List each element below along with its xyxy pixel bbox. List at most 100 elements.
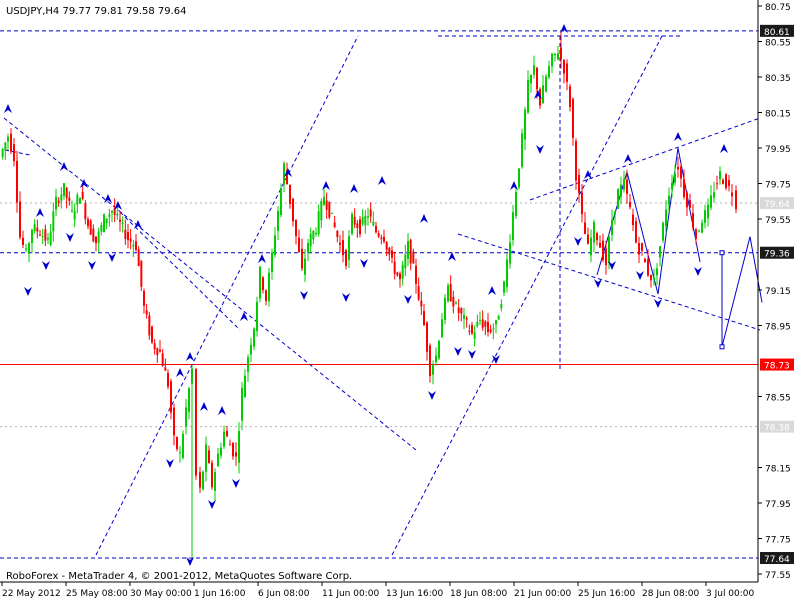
fractal-up-marker	[448, 252, 456, 261]
candle-body	[489, 329, 492, 333]
candle-body	[250, 345, 252, 355]
candle-body	[659, 246, 661, 258]
candle-body	[692, 212, 694, 228]
fractal-up-marker	[560, 24, 568, 33]
candle-body	[441, 319, 443, 338]
candle-body	[581, 192, 583, 215]
fractal-down-marker	[108, 253, 116, 262]
price-label: 79.36	[764, 250, 790, 260]
candle-body	[420, 300, 423, 307]
fractal-down-marker	[360, 259, 368, 268]
candle-body	[435, 355, 437, 363]
candle-body	[191, 368, 193, 384]
candle-body	[396, 272, 399, 276]
candle-body	[635, 221, 637, 243]
candle-body	[328, 201, 331, 218]
candle-body	[728, 180, 730, 186]
candle-body	[292, 198, 294, 222]
candle-body	[650, 274, 652, 281]
candle-body	[4, 142, 7, 151]
candle-body	[671, 183, 673, 190]
candle-body	[722, 179, 724, 184]
candle-body	[320, 200, 323, 221]
candlestick-chart[interactable]: 80.75 80.55 80.35 80.15 79.95 79.75 79.55 79.15…	[0, 0, 800, 600]
candle-body	[713, 192, 715, 198]
fractal-up-marker	[36, 208, 44, 217]
candle-body	[584, 222, 586, 234]
candle-body	[268, 272, 270, 302]
fractal-down-marker	[208, 500, 216, 509]
candle-body	[57, 200, 60, 204]
candle-body	[375, 225, 377, 233]
candle-body	[695, 229, 697, 239]
fractal-up-marker	[186, 352, 194, 361]
candle-body	[105, 218, 108, 223]
candle-body	[506, 259, 508, 288]
candle-body	[39, 234, 41, 236]
candle-body	[481, 319, 484, 328]
candle-body	[359, 219, 361, 235]
candle-body	[530, 74, 532, 84]
candle-body	[545, 76, 547, 92]
candle-body	[617, 189, 619, 209]
candle-body	[214, 472, 216, 491]
wave-line	[626, 171, 659, 295]
candle-body	[686, 192, 688, 208]
candle-body	[280, 187, 282, 216]
candle-body	[527, 79, 529, 113]
price-label: 80.61	[764, 28, 790, 38]
candle-body	[235, 452, 237, 457]
candle-body	[92, 228, 95, 242]
fractal-down-marker	[42, 261, 50, 270]
price-tick-label: 78.15	[765, 465, 791, 475]
candle-body	[596, 233, 598, 241]
forecast-node	[719, 250, 725, 256]
candle-body	[417, 286, 420, 300]
candle-body	[84, 203, 87, 220]
candle-body	[385, 242, 388, 250]
candle-body	[497, 315, 500, 320]
candle-body	[33, 224, 36, 232]
time-tick-label: 21 Jun 00:00	[514, 589, 571, 599]
candle-body	[182, 433, 184, 458]
candle-body	[524, 109, 526, 140]
time-tick-label: 18 Jun 08:00	[450, 589, 507, 599]
candle-body	[551, 53, 553, 67]
candle-body	[438, 340, 440, 359]
candle-body	[560, 47, 562, 60]
candle-body	[572, 98, 574, 138]
candle-body	[223, 431, 225, 447]
candle-body	[135, 241, 137, 250]
fractal-up-marker	[510, 181, 518, 190]
candle-body	[557, 53, 559, 60]
candle-body	[95, 236, 97, 244]
candle-body	[412, 251, 415, 264]
candle-body	[317, 211, 320, 235]
forecast-segment	[721, 236, 751, 347]
candle-body	[409, 239, 412, 264]
candle-body	[590, 237, 592, 256]
fractal-down-marker	[428, 391, 436, 400]
price-tick-label: 80.75	[765, 3, 791, 13]
forecast-path	[719, 236, 763, 350]
candle-body	[710, 195, 712, 208]
candle-body	[701, 222, 703, 233]
footer-copyright: RoboForex - MetaTrader 4, © 2001-2012, M…	[6, 571, 352, 582]
candle-body	[391, 250, 393, 258]
candle-body	[518, 168, 520, 188]
fractal-up-marker	[134, 220, 142, 229]
candle-body	[388, 247, 391, 255]
time-tick-label: 28 Jun 08:00	[642, 589, 699, 599]
candle-body	[735, 190, 737, 210]
forecast-node	[719, 344, 725, 350]
candle-body	[298, 237, 300, 253]
candle-body	[629, 201, 631, 208]
candle-body	[677, 166, 679, 170]
candle-body	[423, 311, 425, 326]
candle-body	[170, 381, 172, 413]
time-tick-label: 13 Jun 16:00	[386, 589, 443, 599]
candle-body	[548, 66, 550, 78]
candle-body	[665, 209, 667, 226]
candle-body	[623, 178, 625, 190]
candle-body	[566, 63, 568, 82]
